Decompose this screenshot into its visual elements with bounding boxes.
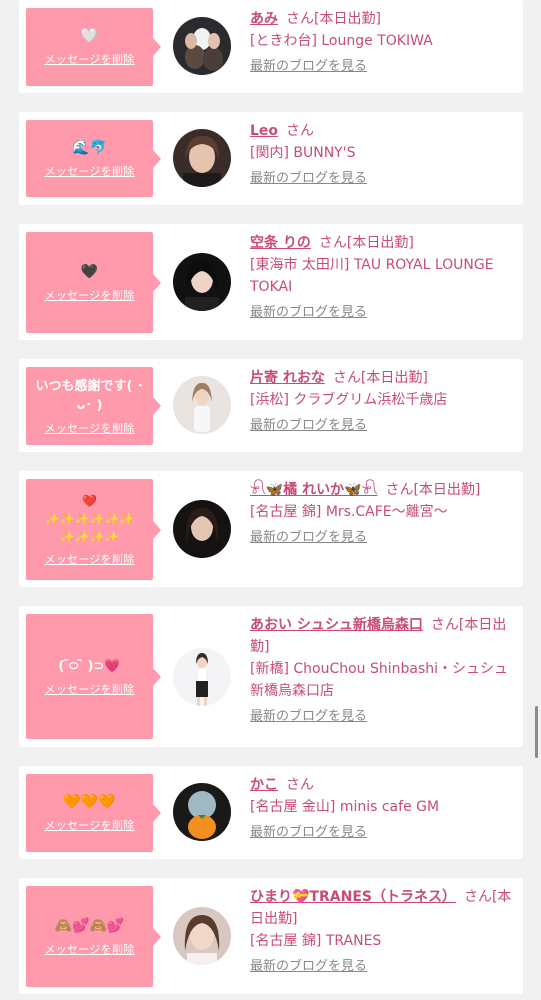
avatar-photo-5 [173, 500, 231, 558]
cast-name-link[interactable]: 片寄 れおな [250, 370, 325, 386]
cast-suffix: さん[本日出勤] [318, 235, 414, 251]
blog-link[interactable]: 最新のブログを見る [250, 415, 367, 437]
cast-name-link[interactable]: かこ [250, 777, 278, 793]
cast-info: 片寄 れおな さん[本日出勤] [浜松] クラブグリム浜松千歳店 最新のブログを見… [250, 367, 516, 437]
message-list: 🤍 メッセージを削除 あみ さん[本日出勤] [ときわ台] Lounge TOKI… [0, 0, 541, 1000]
cast-info: 空条 りの さん[本日出勤] [東海市 太田川] TAU ROYAL LOUNGE… [250, 232, 516, 324]
blog-link[interactable]: 最新のブログを見る [250, 956, 367, 978]
cast-suffix: さん[本日出勤] [385, 482, 481, 498]
message-bubble: ❤️ ✨✨✨✨✨✨ ✨✨✨✨ メッセージを削除 [26, 479, 161, 580]
list-item: 🧡🧡🧡 メッセージを削除 かこ さん [名古屋 金山] minis cafe GM… [19, 766, 523, 859]
delete-message-button[interactable]: メッセージを削除 [44, 420, 134, 436]
avatar-photo-4 [173, 376, 231, 434]
delete-message-button[interactable]: メッセージを削除 [44, 817, 134, 833]
cast-info: あおい シュシュ新橋烏森口 さん[本日出勤] [新橋] ChouChou Shin… [250, 614, 516, 728]
message-text: 🖤 [80, 263, 99, 280]
message-text: 🤍 [80, 28, 99, 44]
cast-info: 𓍯🦋橘 れいか🦋𓍯 さん[本日出勤] [名古屋 錦] Mrs.CAFE〜離宮〜 最… [250, 479, 516, 549]
cast-info: Leo さん [関内] BUNNY'S 最新のブログを見る [250, 120, 516, 190]
delete-message-button[interactable]: メッセージを削除 [44, 681, 134, 697]
blog-link[interactable]: 最新のブログを見る [250, 706, 367, 728]
cast-name-link[interactable]: 𓍯🦋橘 れいか🦋𓍯 [250, 482, 377, 498]
shop-name: [名古屋 錦] Mrs.CAFE〜離宮〜 [250, 504, 448, 520]
blog-link[interactable]: 最新のブログを見る [250, 822, 367, 844]
list-item: 🌊🐬 メッセージを削除 Leo さん [関内] BUNNY'S 最新のブログを見る [19, 112, 523, 205]
blog-link[interactable]: 最新のブログを見る [250, 527, 367, 549]
message-text: 🙈💕🙈💕 [54, 917, 125, 934]
message-bubble: 🧡🧡🧡 メッセージを削除 [26, 774, 161, 852]
avatar-photo-8 [173, 907, 231, 965]
blog-link[interactable]: 最新のブログを見る [250, 302, 367, 324]
avatar[interactable] [173, 17, 231, 75]
shop-name: [名古屋 金山] minis cafe GM [250, 799, 440, 815]
message-bubble: ( ᷇࿀ ᷆ )⊃💗 メッセージを削除 [26, 614, 161, 739]
list-item: ❤️ ✨✨✨✨✨✨ ✨✨✨✨ メッセージを削除 𓍯🦋橘 れいか🦋𓍯 さん[本日出勤… [19, 471, 523, 587]
avatar[interactable] [173, 253, 231, 311]
shop-name: [浜松] クラブグリム浜松千歳店 [250, 392, 448, 408]
cast-suffix: さん[本日出勤] [286, 11, 381, 27]
list-item: 🙈💕🙈💕 メッセージを削除 ひまり💝TRANES（トラネス） さん[本日出勤] [… [19, 878, 523, 994]
delete-message-button[interactable]: メッセージを削除 [44, 51, 134, 67]
cast-name-link[interactable]: あおい シュシュ新橋烏森口 [250, 617, 423, 633]
delete-message-button[interactable]: メッセージを削除 [44, 287, 134, 303]
cast-suffix: さん [286, 777, 314, 793]
shop-name: [ときわ台] Lounge TOKIWA [250, 33, 433, 49]
avatar-photo-3 [173, 253, 231, 311]
message-text: ( ᷇࿀ ᷆ )⊃💗 [58, 658, 121, 674]
list-item: いつも感謝です( ･ᴗ･ ) メッセージを削除 片寄 れおな さん[本日出勤] [… [19, 359, 523, 452]
delete-message-button[interactable]: メッセージを削除 [44, 941, 134, 957]
avatar-photo-6 [173, 648, 231, 706]
message-bubble: 🌊🐬 メッセージを削除 [26, 120, 161, 197]
avatar[interactable] [173, 648, 231, 706]
cast-name-link[interactable]: 空条 りの [250, 235, 311, 251]
cast-info: かこ さん [名古屋 金山] minis cafe GM 最新のブログを見る [250, 774, 516, 844]
list-item: 🤍 メッセージを削除 あみ さん[本日出勤] [ときわ台] Lounge TOKI… [19, 0, 523, 93]
message-bubble: 🤍 メッセージを削除 [26, 8, 161, 86]
list-item: ( ᷇࿀ ᷆ )⊃💗 メッセージを削除 あおい シュシュ新橋烏森口 さん[本日出勤… [19, 606, 523, 747]
list-item: 🖤 メッセージを削除 空条 りの さん[本日出勤] [東海市 太田川] TAU R… [19, 224, 523, 340]
scrollbar[interactable] [535, 706, 538, 758]
message-bubble: いつも感謝です( ･ᴗ･ ) メッセージを削除 [26, 367, 161, 445]
avatar[interactable] [173, 500, 231, 558]
blog-link[interactable]: 最新のブログを見る [250, 56, 367, 78]
shop-name: [新橋] ChouChou Shinbashi・シュシュ新橋烏森口店 [250, 661, 509, 699]
shop-name: [関内] BUNNY'S [250, 145, 356, 161]
avatar[interactable] [173, 129, 231, 187]
cast-name-link[interactable]: Leo [250, 123, 278, 139]
avatar[interactable] [173, 376, 231, 434]
avatar-photo-7 [173, 783, 231, 841]
avatar-photo-2 [173, 129, 231, 187]
avatar[interactable] [173, 783, 231, 841]
avatar[interactable] [173, 907, 231, 965]
shop-name: [東海市 太田川] TAU ROYAL LOUNGE TOKAI [250, 257, 494, 295]
cast-name-link[interactable]: ひまり💝TRANES（トラネス） [250, 889, 456, 905]
cast-suffix: さん[本日出勤] [332, 370, 428, 386]
message-bubble: 🖤 メッセージを削除 [26, 232, 161, 333]
cast-suffix: さん [286, 123, 315, 139]
delete-message-button[interactable]: メッセージを削除 [44, 163, 134, 179]
message-text: いつも感謝です( ･ᴗ･ ) [35, 378, 144, 413]
shop-name: [名古屋 錦] TRANES [250, 933, 382, 949]
avatar-photo-1 [173, 17, 231, 75]
delete-message-button[interactable]: メッセージを削除 [44, 551, 134, 567]
message-text: ❤️ ✨✨✨✨✨✨ ✨✨✨✨ [44, 494, 135, 544]
blog-link[interactable]: 最新のブログを見る [250, 168, 367, 190]
cast-name-link[interactable]: あみ [250, 11, 278, 27]
message-text: 🧡🧡🧡 [63, 794, 116, 810]
cast-info: あみ さん[本日出勤] [ときわ台] Lounge TOKIWA 最新のブログを見… [250, 8, 516, 78]
cast-info: ひまり💝TRANES（トラネス） さん[本日出勤] [名古屋 錦] TRANES … [250, 886, 516, 978]
message-text: 🌊🐬 [72, 139, 107, 156]
message-bubble: 🙈💕🙈💕 メッセージを削除 [26, 886, 161, 987]
